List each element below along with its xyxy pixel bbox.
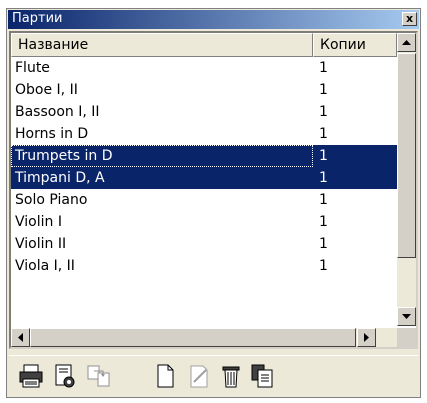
scroll-corner: [397, 328, 416, 347]
part-name: Oboe I, II: [15, 82, 78, 98]
print-settings-icon: [55, 364, 75, 388]
copies-count: 1: [319, 236, 328, 252]
parts-panel: Партии x Название Копии Flute 1 Oboe I, I…: [6, 8, 421, 398]
table-row[interactable]: Horns in D 1: [11, 123, 397, 145]
scroll-up-button[interactable]: [397, 33, 416, 52]
arrow-down-icon: [402, 314, 411, 319]
scroll-right-button[interactable]: [357, 328, 376, 347]
copies-count: 1: [319, 192, 328, 208]
print-icon: [19, 364, 43, 388]
copies-count: 1: [319, 258, 328, 274]
column-header-name[interactable]: Название: [11, 33, 313, 57]
part-name: Trumpets in D: [11, 145, 313, 167]
part-name: Solo Piano: [15, 192, 88, 208]
close-button[interactable]: x: [402, 12, 417, 26]
copy-documents-button[interactable]: [249, 362, 277, 390]
swap-parts-button[interactable]: [85, 362, 113, 390]
scroll-down-button[interactable]: [397, 307, 416, 326]
table-row[interactable]: Solo Piano 1: [11, 189, 397, 211]
copies-count: 1: [319, 82, 328, 98]
scroll-left-button[interactable]: [11, 328, 30, 347]
copy-documents-icon: [251, 364, 273, 388]
part-name: Violin I: [15, 214, 62, 230]
part-name: Flute: [15, 60, 50, 76]
arrow-right-icon: [364, 333, 369, 342]
horizontal-scrollbar[interactable]: [11, 328, 397, 347]
part-name: Timpani D, A: [15, 170, 105, 186]
edit-document-button[interactable]: [185, 362, 213, 390]
table-row[interactable]: Violin I 1: [11, 211, 397, 233]
horizontal-scroll-thumb[interactable]: [30, 328, 356, 347]
parts-list: Название Копии Flute 1 Oboe I, II 1 Bassoo…: [9, 31, 418, 349]
copies-count: 1: [319, 126, 328, 142]
part-name: Bassoon I, II: [15, 104, 100, 120]
vertical-scroll-thumb[interactable]: [397, 53, 416, 258]
table-row-selected[interactable]: Timpani D, A 1: [11, 167, 397, 189]
delete-button[interactable]: [217, 362, 245, 390]
print-button[interactable]: [17, 362, 45, 390]
table-row[interactable]: Viola I, II 1: [11, 255, 397, 277]
part-name: Violin II: [15, 236, 67, 252]
copies-count: 1: [319, 170, 328, 186]
copies-count: 1: [319, 60, 328, 76]
new-document-button[interactable]: [151, 362, 179, 390]
window-title: Партии: [12, 11, 63, 26]
table-row-selected[interactable]: Trumpets in D 1: [11, 145, 397, 167]
table-body: Flute 1 Oboe I, II 1 Bassoon I, II 1 Horns …: [11, 57, 397, 277]
table-row[interactable]: Flute 1: [11, 57, 397, 79]
trash-icon: [222, 366, 240, 388]
table-row[interactable]: Oboe I, II 1: [11, 79, 397, 101]
edit-document-icon: [190, 365, 208, 388]
vertical-scrollbar[interactable]: [397, 33, 416, 326]
column-header-copies[interactable]: Копии: [313, 33, 397, 57]
arrow-left-icon: [18, 333, 23, 342]
table-row[interactable]: Bassoon I, II 1: [11, 101, 397, 123]
copies-count: 1: [319, 214, 328, 230]
arrow-up-icon: [402, 40, 411, 45]
copies-count: 1: [319, 104, 328, 120]
table-header: Название Копии: [11, 33, 397, 57]
copies-count: 1: [319, 148, 328, 164]
title-bar[interactable]: Партии x: [8, 10, 419, 29]
toolbar: [9, 355, 418, 396]
part-name: Viola I, II: [15, 258, 75, 274]
swap-parts-icon: [87, 365, 110, 387]
new-document-icon: [157, 364, 174, 388]
print-settings-button[interactable]: [51, 362, 79, 390]
table-row[interactable]: Violin II 1: [11, 233, 397, 255]
part-name: Horns in D: [15, 126, 89, 142]
